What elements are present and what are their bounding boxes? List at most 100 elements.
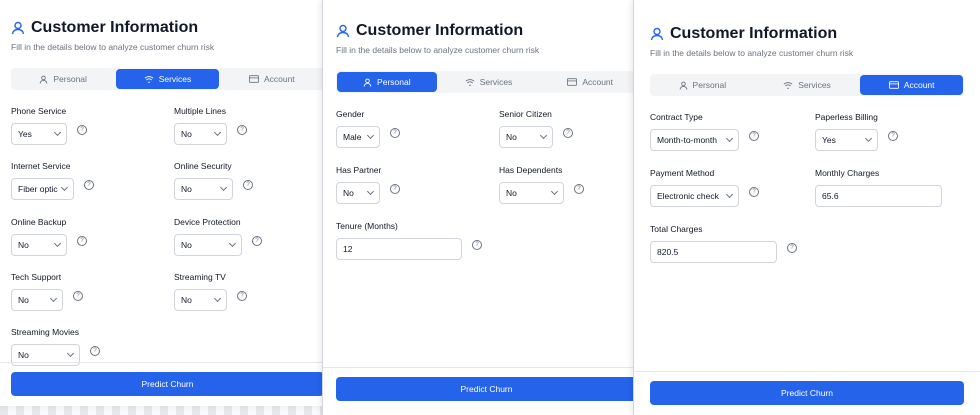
tab-services[interactable]: Services (756, 75, 859, 95)
help-icon[interactable]: ? (237, 291, 247, 301)
footer-divider (634, 371, 980, 372)
tech-support-label: Tech Support (11, 272, 62, 282)
help-icon[interactable]: ? (563, 128, 573, 138)
has-partner-select[interactable]: No (336, 182, 380, 204)
help-icon[interactable]: ? (749, 131, 759, 141)
tab-personal-label: Personal (692, 80, 727, 90)
monthly-charges-field: Monthly Charges 65.6 (815, 168, 942, 207)
total-charges-label: Total Charges (650, 224, 703, 234)
tab-bar: Personal Services Account (650, 74, 964, 96)
tab-bar: Personal Services Account (336, 71, 636, 93)
help-icon[interactable]: ? (574, 184, 584, 194)
device-protection-field: Device Protection No ? (174, 217, 262, 256)
phone-service-value: Yes (18, 129, 32, 139)
tab-account[interactable]: Account (860, 75, 964, 95)
online-security-label: Online Security (174, 161, 232, 171)
wifi-icon (144, 75, 154, 83)
chevron-down-icon (366, 131, 375, 140)
contract-type-select[interactable]: Month-to-month (650, 129, 739, 151)
form-header: Customer Information (336, 22, 523, 40)
streaming-tv-field: Streaming TV No ? (174, 272, 247, 311)
chevron-down-icon (550, 187, 559, 196)
chevron-down-icon (228, 239, 237, 248)
predict-churn-button[interactable]: Predict Churn (11, 372, 324, 396)
help-icon[interactable]: ? (237, 125, 247, 135)
tech-support-select[interactable]: No (11, 289, 63, 311)
has-partner-label: Has Partner (336, 165, 382, 175)
phone-service-select[interactable]: Yes (11, 123, 67, 145)
multiple-lines-select[interactable]: No (174, 123, 227, 145)
chevron-down-icon (864, 134, 873, 143)
help-icon[interactable]: ? (243, 180, 253, 190)
paperless-billing-select[interactable]: Yes (815, 129, 878, 151)
payment-method-value: Electronic check (657, 191, 719, 201)
user-icon (40, 75, 48, 84)
senior-citizen-label: Senior Citizen (499, 109, 552, 119)
tab-services-label: Services (479, 77, 513, 87)
tab-account[interactable]: Account (540, 72, 636, 92)
tab-services-label: Services (798, 80, 831, 90)
has-dependents-select[interactable]: No (499, 182, 564, 204)
tab-personal-label: Personal (53, 74, 87, 84)
paperless-billing-field: Paperless Billing Yes ? (815, 112, 898, 151)
gender-select[interactable]: Male (336, 126, 380, 148)
tab-services[interactable]: Services (116, 69, 219, 89)
tab-personal[interactable]: Personal (337, 72, 437, 92)
user-icon (650, 27, 664, 41)
chevron-down-icon (213, 128, 222, 137)
monthly-charges-input[interactable]: 65.6 (815, 185, 942, 207)
tab-personal[interactable]: Personal (12, 69, 114, 89)
help-icon[interactable]: ? (888, 131, 898, 141)
footer-divider (0, 362, 324, 363)
internet-service-label: Internet Service (11, 161, 71, 171)
footer-divider (323, 367, 636, 368)
tenure-input[interactable]: 12 (336, 238, 462, 260)
help-icon[interactable]: ? (472, 240, 482, 250)
online-security-value: No (181, 184, 192, 194)
gender-field: Gender Male ? (336, 109, 400, 148)
streaming-tv-value: No (181, 295, 192, 305)
form-header: Customer Information (650, 25, 837, 43)
help-icon[interactable]: ? (252, 236, 262, 246)
streaming-movies-field: Streaming Movies No ? (11, 327, 100, 366)
tab-account[interactable]: Account (221, 69, 323, 89)
online-security-select[interactable]: No (174, 178, 233, 200)
credit-card-icon (248, 75, 259, 83)
help-icon[interactable]: ? (90, 346, 100, 356)
help-icon[interactable]: ? (390, 184, 400, 194)
gender-label: Gender (336, 109, 365, 119)
help-icon[interactable]: ? (77, 125, 87, 135)
senior-citizen-select[interactable]: No (499, 126, 553, 148)
tab-account-label: Account (263, 74, 295, 84)
help-icon[interactable]: ? (84, 180, 94, 190)
help-icon[interactable]: ? (787, 243, 797, 253)
tab-services[interactable]: Services (439, 72, 539, 92)
senior-citizen-value: No (506, 132, 517, 142)
help-icon[interactable]: ? (390, 128, 400, 138)
page-subtitle: Fill in the details below to analyze cus… (11, 42, 215, 52)
online-backup-select[interactable]: No (11, 234, 67, 256)
streaming-tv-select[interactable]: No (174, 289, 227, 311)
tab-personal[interactable]: Personal (651, 75, 754, 95)
help-icon[interactable]: ? (77, 236, 87, 246)
tab-account-label: Account (903, 80, 935, 90)
internet-service-select[interactable]: Fiber optic (11, 178, 74, 200)
credit-card-icon (888, 81, 899, 89)
help-icon[interactable]: ? (749, 187, 759, 197)
total-charges-input[interactable]: 820.5 (650, 241, 777, 263)
user-icon (679, 81, 687, 90)
chevron-down-icon (60, 183, 69, 192)
page-title: Customer Information (670, 25, 838, 42)
predict-churn-button[interactable]: Predict Churn (336, 377, 636, 401)
predict-churn-button[interactable]: Predict Churn (650, 381, 964, 405)
page-subtitle: Fill in the details below to analyze cus… (650, 48, 854, 58)
total-charges-field: Total Charges 820.5 ? (650, 224, 797, 263)
payment-method-select[interactable]: Electronic check (650, 185, 739, 207)
personal-form-panel: Customer Information Fill in the details… (322, 0, 636, 415)
online-backup-field: Online Backup No ? (11, 217, 87, 256)
monthly-charges-label: Monthly Charges (815, 168, 880, 178)
help-icon[interactable]: ? (73, 291, 83, 301)
online-backup-value: No (18, 240, 29, 250)
online-backup-label: Online Backup (11, 217, 67, 227)
device-protection-select[interactable]: No (174, 234, 242, 256)
